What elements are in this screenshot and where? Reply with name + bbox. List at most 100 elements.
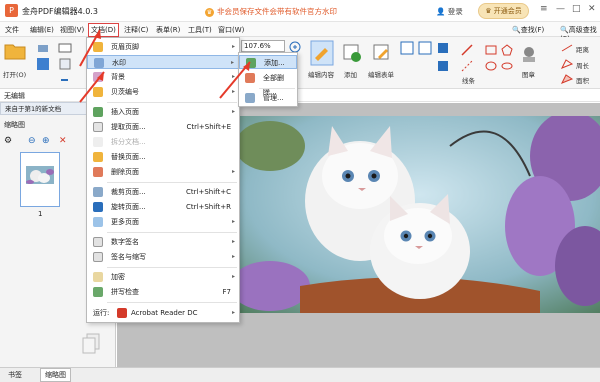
edit-form-label[interactable]: 编辑表单	[368, 69, 394, 79]
bates-icon	[93, 87, 103, 97]
menu-form[interactable]: 表单(R)	[156, 25, 180, 35]
undo-icon[interactable]	[58, 73, 72, 87]
delete-watermark-icon	[245, 73, 255, 83]
delete-page-icon[interactable]: ✕	[59, 136, 67, 146]
options-icon[interactable]: ⚙	[4, 136, 12, 146]
submenu-arrow-icon: ▸	[231, 238, 235, 245]
vip-notice[interactable]: ♛ 非会员保存文件会带有软件官方水印	[205, 6, 337, 17]
menu-encrypt[interactable]: 加密 ▸	[87, 270, 239, 284]
menu-file[interactable]: 文件	[5, 25, 19, 35]
menu-watermark[interactable]: 水印 ▸	[87, 55, 239, 69]
insert-page-icon	[93, 107, 103, 117]
add-content-icon[interactable]	[342, 43, 362, 63]
rectangle-icon[interactable]	[484, 43, 498, 57]
header-footer-label: 页眉页脚	[111, 43, 139, 51]
close-icon[interactable]: ✕	[588, 4, 596, 14]
open-label[interactable]: 打开(O)	[3, 69, 26, 79]
menu-rotate-page[interactable]: 旋转页面... Ctrl+Shift+R	[87, 200, 239, 214]
text-box-icon[interactable]	[400, 41, 414, 55]
watermark-manage[interactable]: 管理...	[239, 91, 297, 105]
export-icon[interactable]	[58, 57, 72, 71]
menu-tools[interactable]: 工具(T)	[188, 25, 212, 35]
page-thumbnail[interactable]	[20, 152, 60, 207]
page-number: 1	[38, 210, 43, 218]
save-icon[interactable]	[36, 57, 50, 71]
line-dash-icon[interactable]	[460, 59, 474, 73]
menu-window[interactable]: 窗口(W)	[218, 25, 244, 35]
digital-signature-label: 数字签名	[111, 238, 139, 246]
perimeter-label[interactable]: 周长	[576, 60, 589, 70]
minimize-icon[interactable]: —	[556, 4, 565, 14]
tab-bookmarks[interactable]: 书签	[4, 370, 26, 380]
mail-icon[interactable]	[58, 41, 72, 55]
menu-view[interactable]: 视图(V)	[60, 25, 84, 35]
menu-sign-initials[interactable]: 签名与缩写 ▸	[87, 250, 239, 264]
kitten-photo	[240, 116, 600, 313]
text-cursor-icon[interactable]	[436, 41, 450, 55]
menu-crop-page[interactable]: 裁剪页面... Ctrl+Shift+C	[87, 185, 239, 199]
menu-run-with[interactable]: 运行: Acrobat Reader DC ▸	[87, 306, 239, 320]
menu-insert-page[interactable]: 插入页面 ▸	[87, 105, 239, 119]
submenu-arrow-icon: ▸	[231, 273, 235, 280]
find-button[interactable]: 🔍查找(F)	[512, 25, 544, 35]
menu-bates-numbering[interactable]: 贝茨编号 ▸	[87, 85, 239, 99]
area-label[interactable]: 面积	[576, 75, 589, 85]
encrypt-label: 加密	[111, 273, 125, 281]
distance-icon[interactable]	[560, 41, 574, 55]
zoom-in-thumb-icon[interactable]: ⊕	[42, 136, 50, 146]
ellipse-icon[interactable]	[484, 59, 498, 73]
menu-document[interactable]: 文档(D)	[88, 23, 119, 37]
digital-signature-icon	[93, 237, 103, 247]
line-label[interactable]: 线条	[462, 75, 475, 85]
menu-spell-check[interactable]: 拼写检查 F7	[87, 285, 239, 299]
tab-thumbnails[interactable]: 缩略图	[40, 368, 71, 382]
document-menu: 页眉页脚 ▸ 水印 ▸ 背景 ▸ 贝茨编号 ▸ 插入页面 ▸ 提取页面... Ctrl+Sh…	[86, 37, 240, 323]
zoom-input[interactable]: 107.6%	[241, 40, 285, 52]
menu-bar: 文件 编辑(E) 视图(V) 文档(D) 注释(C) 表单(R) 工具(T) 窗…	[0, 22, 600, 43]
perimeter-icon[interactable]	[560, 57, 574, 71]
menu-replace-page[interactable]: 替换页面...	[87, 150, 239, 164]
edit-content-label[interactable]: 编辑内容	[308, 69, 334, 79]
zoom-out-icon[interactable]: ⊖	[28, 136, 36, 146]
menu-more-pages[interactable]: 更多页面 ▸	[87, 215, 239, 229]
edit-content-icon[interactable]	[310, 40, 334, 66]
copy-icon[interactable]	[82, 333, 102, 355]
menu-separator	[107, 267, 237, 268]
distance-label[interactable]: 距离	[576, 44, 589, 54]
open-folder-icon[interactable]	[4, 41, 26, 61]
menu-comment[interactable]: 注释(C)	[124, 25, 148, 35]
menu-delete-page[interactable]: 删除页面 ▸	[87, 165, 239, 179]
spell-check-shortcut: F7	[222, 288, 231, 296]
watermark-add[interactable]: 添加...	[239, 55, 297, 69]
edit-form-icon[interactable]	[372, 43, 392, 63]
panel-tabs: 书签 缩略图	[0, 367, 600, 382]
menu-background[interactable]: 背景 ▸	[87, 70, 239, 84]
menu-separator	[259, 88, 295, 89]
menu-digital-signature[interactable]: 数字签名 ▸	[87, 235, 239, 249]
menu-extract-page[interactable]: 提取页面... Ctrl+Shift+E	[87, 120, 239, 134]
text-style-icon[interactable]	[436, 59, 450, 73]
watermark-manage-label: 管理...	[263, 94, 284, 102]
menu-header-footer[interactable]: 页眉页脚 ▸	[87, 40, 239, 54]
advanced-search-icon: 🔍	[560, 26, 569, 34]
login-link[interactable]: 👤 登录	[436, 6, 463, 17]
maximize-icon[interactable]: □	[572, 4, 581, 14]
menu-icon[interactable]: ≡	[540, 4, 548, 14]
cloud-icon[interactable]	[500, 59, 514, 73]
polygon-icon[interactable]	[500, 43, 514, 57]
open-vip-button[interactable]: ♛ 开通会员	[478, 3, 529, 19]
spell-check-icon	[93, 287, 103, 297]
line-icon[interactable]	[460, 43, 474, 57]
area-icon[interactable]	[560, 72, 574, 86]
menu-separator	[107, 302, 237, 303]
print-icon[interactable]	[36, 41, 50, 55]
stamp-icon[interactable]	[520, 45, 538, 65]
background-label: 背景	[111, 73, 125, 81]
watermark-delete-all[interactable]: 全部删除...	[239, 71, 297, 96]
menu-edit[interactable]: 编辑(E)	[30, 25, 54, 35]
bates-label: 贝茨编号	[111, 88, 139, 96]
add-label[interactable]: 添加	[344, 69, 357, 79]
find-label: 查找(F)	[520, 26, 545, 34]
stamp-label[interactable]: 图章	[522, 69, 535, 79]
text-field-icon[interactable]	[418, 41, 432, 55]
